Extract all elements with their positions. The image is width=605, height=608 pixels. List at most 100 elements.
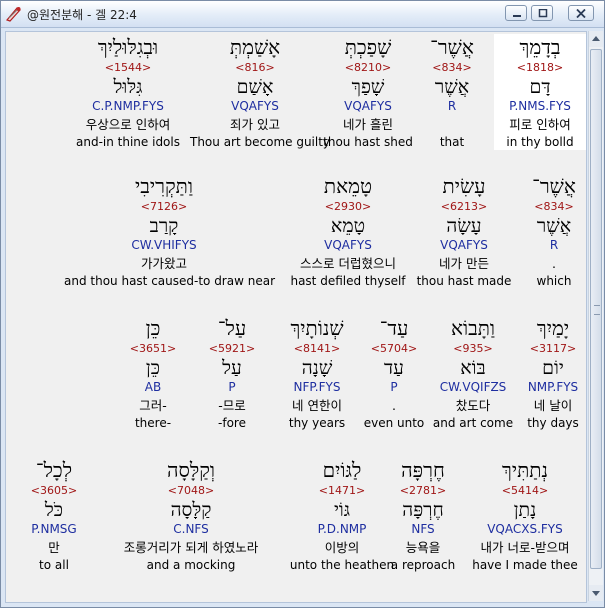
window-title: @원전분해 - 겔 22:4 [27, 8, 137, 22]
korean-gloss: 네 연한이 [292, 398, 342, 413]
strong-number: <1471> [318, 484, 366, 497]
hebrew-word: שְׁנוֹתָיִךְ [290, 316, 344, 340]
english-gloss: thou hast made [416, 274, 512, 288]
hebrew-root: עַל [222, 357, 242, 379]
hebrew-root: טָמֵא [330, 215, 366, 237]
word-cell[interactable]: בְדָמֵךְ <1818> דָּם P.NMS.FYS 피로 인하여 in thy … [494, 34, 586, 150]
close-icon [576, 9, 586, 18]
hebrew-root: אֲשֶׁר [536, 215, 572, 237]
hebrew-word: עָשִׂית [442, 174, 486, 198]
english-gloss: that [439, 135, 465, 149]
word-cell[interactable]: שְׁנוֹתָיִךְ <8141> שָׁנָה NFP.FYS 네 연한이 thy … [276, 315, 358, 431]
strong-number: <7126> [140, 200, 188, 213]
english-gloss: and art come [432, 416, 514, 430]
morphology-code: CW.VQIFZS [439, 380, 507, 394]
english-gloss: thy years [288, 416, 346, 430]
english-gloss: and a mocking [146, 558, 236, 572]
morphology-code: P.NMS.FYS [509, 99, 571, 113]
word-cell[interactable]: לְכָל־ <3605> כֹּל P.NMSG 만 to all [8, 457, 100, 573]
word-cell[interactable]: אֲשֶׁר־ <834> אֲשֶׁר Rthat [416, 34, 488, 150]
word-cell[interactable]: וַתַּקְרִיבִי <7126> קָרַב CW.VHIFYS 가가왔고 and… [64, 173, 276, 289]
word-cell[interactable]: עַד־ <5704> עַד P. even unto [358, 315, 430, 431]
english-gloss: Thou art become guilty [190, 135, 331, 149]
app-logo-icon [5, 5, 23, 23]
word-cell[interactable]: עָשִׂית <6213> עָשָׂה VQAFYS 네가 만든 thou hast … [410, 173, 518, 289]
hebrew-word: אֲשֶׁר־ [532, 174, 576, 198]
english-gloss: which [536, 274, 572, 288]
korean-gloss: 이방의 [324, 540, 360, 555]
morphology-code: P.D.NMP [317, 522, 367, 536]
morphology-code: P [390, 380, 398, 394]
maximize-button[interactable] [531, 5, 553, 21]
korean-gloss [416, 115, 488, 134]
word-cell[interactable]: כֵּן <3651> כֵּן AB 그러-there- [118, 315, 188, 431]
scroll-thumb[interactable] [590, 49, 602, 569]
close-button[interactable] [568, 5, 594, 21]
scroll-grip-icon [594, 305, 600, 315]
hebrew-root: שָׁנָה [301, 357, 333, 379]
scroll-up-button[interactable] [589, 31, 603, 47]
hebrew-word: יָמַיִךְ [536, 316, 570, 340]
strong-number: <5921> [208, 342, 256, 355]
english-gloss: hast defiled thyself [290, 274, 406, 288]
english-gloss: thou hast shed [323, 135, 413, 149]
korean-gloss: 가가왔고 [140, 256, 187, 271]
morphology-code: VQAFYS [324, 238, 372, 252]
word-cell[interactable]: יָמַיִךְ <3117> יוֹם NMP.FYS 네 날이 thy days [520, 315, 586, 431]
word-cell[interactable]: טָמֵאת <2930> טָמֵא VQAFYS 스스로 더럽혔으니 hast def… [282, 173, 414, 289]
word-cell[interactable]: וַתָּבוֹא <935> בּוֹא CW.VQIFZS 찼도다 and art c… [426, 315, 520, 431]
morphology-code: VQACXS.FYS [487, 522, 563, 536]
word-cell[interactable]: אֲשֶׁר־ <834> אֲשֶׁר R. which [522, 173, 586, 289]
minimize-button[interactable] [505, 5, 527, 21]
strong-number: <834> [534, 200, 574, 213]
word-cell[interactable]: שָׁפַכְתְּ <8210> שָׁפַךְ VQAFYS 네가 흘린 thou h… [320, 34, 416, 150]
morphology-code: C.NFS [173, 522, 209, 536]
hebrew-word: לְכָל־ [35, 458, 73, 482]
morphology-code: VQAFYS [344, 99, 392, 113]
hebrew-word: אָשַׁמְתְּ [229, 35, 281, 59]
english-gloss: unto the heathen [289, 558, 395, 572]
word-cell[interactable]: לַגּוֹיִם <1471> גּוֹי P.D.NMP 이방의 unto the h… [286, 457, 398, 573]
hebrew-word: בְדָמֵךְ [519, 35, 561, 59]
morphology-code: R [549, 238, 559, 252]
morphology-code: P [228, 380, 236, 394]
strong-number: <3605> [30, 484, 78, 497]
strong-number: <8141> [293, 342, 341, 355]
english-gloss: have I made thee [472, 558, 578, 572]
strong-number: <5704> [370, 342, 418, 355]
english-gloss: there- [134, 416, 172, 430]
hebrew-root: עָשָׂה [446, 215, 482, 237]
strong-number: <3117> [529, 342, 577, 355]
vertical-scrollbar[interactable] [588, 31, 603, 601]
korean-gloss: 찼도다 [455, 398, 491, 413]
morphology-code: NFP.FYS [293, 380, 341, 394]
korean-gloss: 내가 너로-받으며 [480, 540, 570, 555]
strong-number: <3651> [129, 342, 177, 355]
korean-gloss: 네 날이 [533, 398, 573, 413]
english-gloss: and-in thine idols [76, 135, 180, 149]
korean-gloss: 네가 만든 [439, 256, 489, 271]
morphology-code: AB [144, 380, 162, 394]
english-gloss: to all [39, 558, 69, 572]
word-cell[interactable]: וּבְגִלּוּלַיִךְ <1544> גִּלּוּל C.P.NMP.FY… [66, 34, 190, 150]
strong-number: <935> [453, 342, 493, 355]
hebrew-root: אֲשֶׁר [434, 76, 470, 98]
english-gloss: in thy bolld [506, 135, 574, 149]
word-cell[interactable]: עַל־ <5921> עַל P -므로 -fore [188, 315, 276, 431]
english-gloss: thy days [527, 416, 579, 430]
morphology-code: C.P.NMP.FYS [92, 99, 164, 113]
morphology-code: NMP.FYS [527, 380, 579, 394]
app-window: @원전분해 - 겔 22:4 בְדָמֵךְ <1818> דָּם P.NMS.F… [0, 0, 605, 608]
hebrew-root: בּוֹא [460, 357, 486, 379]
title-bar[interactable]: @원전분해 - 겔 22:4 [1, 1, 604, 28]
word-cell[interactable]: וְקַלָּסָה <7048> קַלָּסָה C.NFS 조롱거리가 되게 하였… [100, 457, 282, 573]
korean-gloss: 피로 인하여 [509, 117, 571, 132]
word-cell[interactable]: אָשַׁמְתְּ <816> אָשַׁם VQAFYS 죄가 있고 Thou art… [190, 34, 331, 150]
word-cell[interactable]: נְתַתִּיךְ <5414> נָתַן VQACXS.FYS 내가 너로-받으며… [464, 457, 586, 573]
hebrew-word: שָׁפַכְתְּ [344, 35, 392, 59]
strong-number: <2930> [324, 200, 372, 213]
morphology-code: VQAFYS [440, 238, 488, 252]
strong-number: <834> [432, 61, 472, 74]
english-gloss: and thou hast caused-to draw near [64, 274, 276, 288]
scroll-down-button[interactable] [589, 585, 603, 601]
